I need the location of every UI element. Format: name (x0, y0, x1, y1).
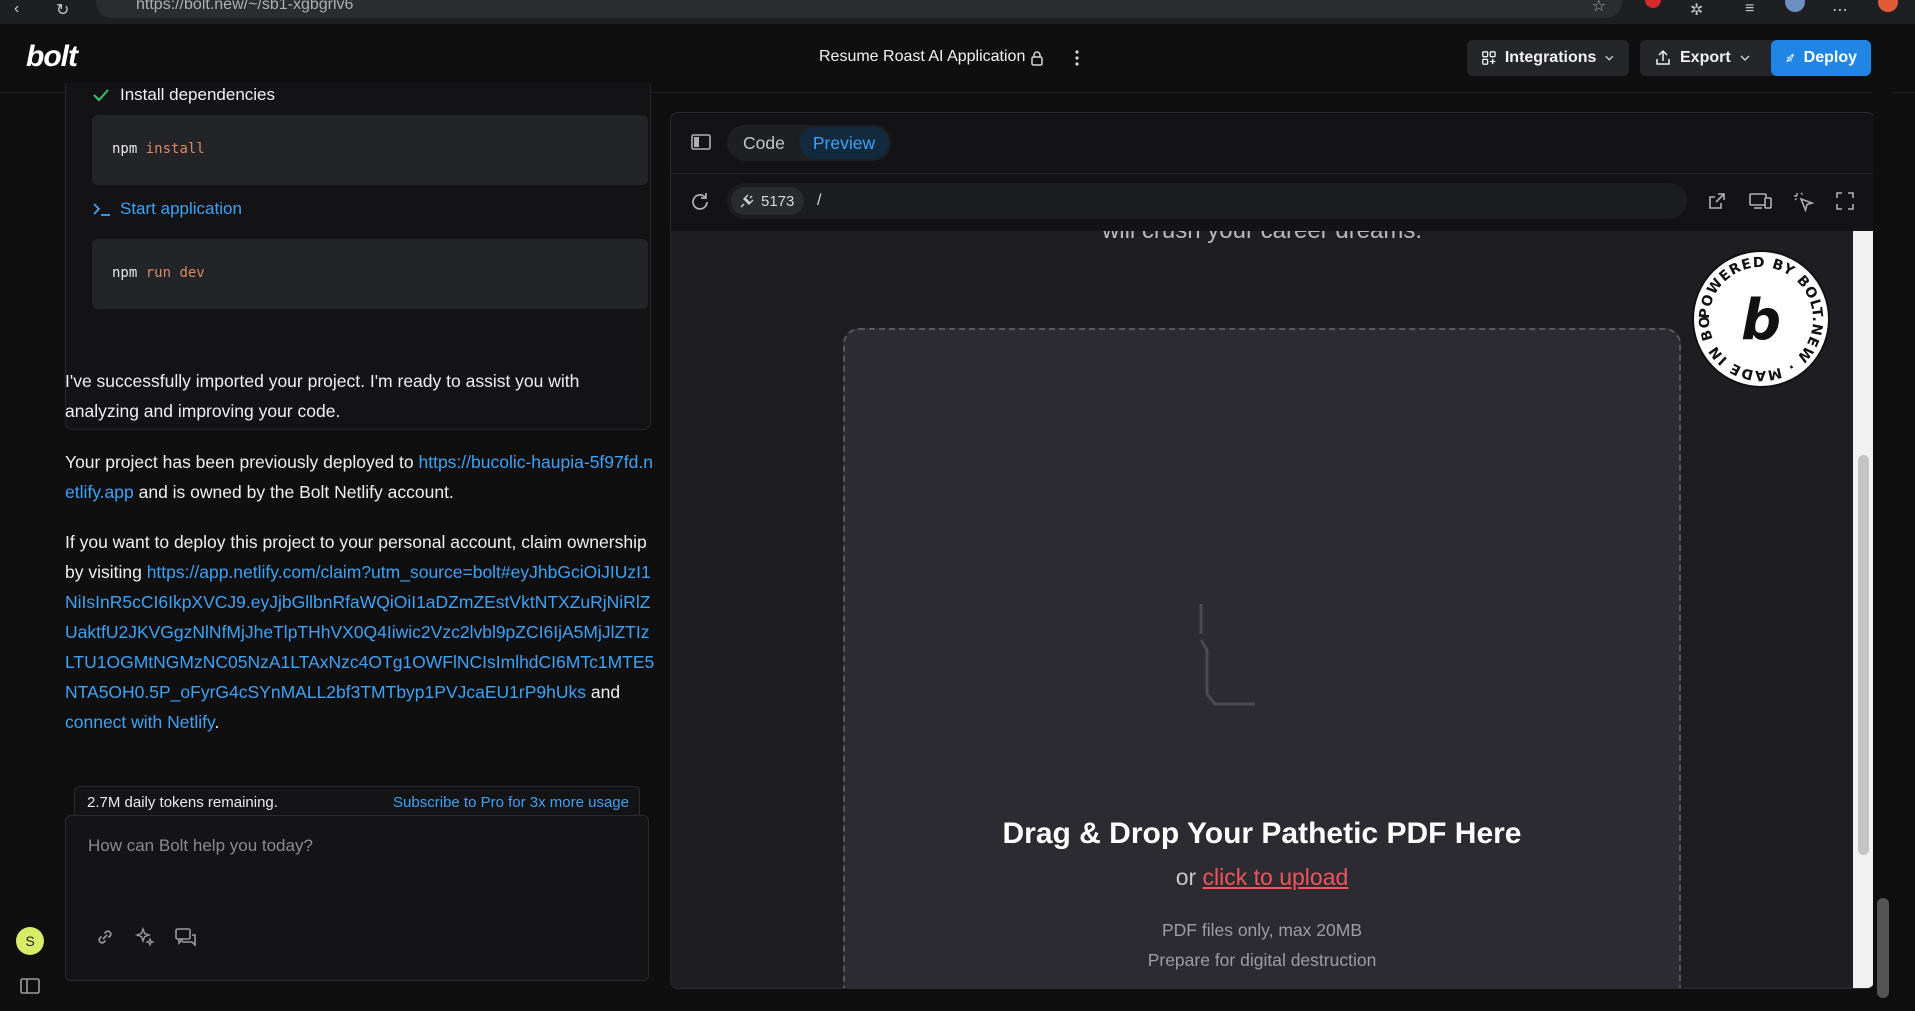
integrations-label: Integrations (1504, 49, 1597, 66)
menu-icon[interactable]: ⋯ (1832, 0, 1848, 20)
bolt-logo[interactable]: bolt (26, 40, 78, 74)
dropzone-title: Drag & Drop Your Pathetic PDF Here (1002, 817, 1522, 850)
sparkle-icon[interactable] (134, 926, 156, 948)
tokens-remaining: 2.7M daily tokens remaining. (87, 794, 278, 811)
browser-bar: ‹ ↻ https://bolt.new/~/sb1-xgbgrlv6 ☆ ✲ … (0, 0, 1915, 24)
message-paragraph: Your project has been previously deploye… (65, 447, 655, 507)
attach-link-icon[interactable] (94, 926, 116, 948)
preview-path: / (817, 192, 822, 209)
open-external-icon[interactable] (1707, 191, 1727, 211)
page-scrollbar[interactable] (1873, 92, 1893, 1011)
code-block: npm run dev (92, 239, 648, 309)
puzzle-icon[interactable]: ✲ (1690, 0, 1703, 20)
file-limit-note: PDF files only, max 20MB (1161, 920, 1362, 940)
preview-address-row: 5173 / (671, 173, 1874, 231)
token-usage-bar: 2.7M daily tokens remaining. Subscribe t… (74, 786, 640, 816)
dropzone-subtitle: or click to upload (845, 864, 1679, 891)
subscribe-link[interactable]: Subscribe to Pro for 3x more usage (393, 794, 629, 811)
rocket-icon (1786, 53, 1794, 63)
command-args: install (145, 141, 205, 157)
export-label: Export (1680, 49, 1731, 66)
integrations-icon (1482, 51, 1496, 65)
hero-subtitle: will crush your career dreams. (671, 231, 1853, 245)
star-icon[interactable]: ☆ (1592, 0, 1606, 16)
reload-browser-icon[interactable]: ↻ (56, 0, 69, 20)
preview-url-bar[interactable]: 5173 / (727, 183, 1687, 219)
check-icon (93, 89, 109, 102)
tab-preview[interactable]: Preview (798, 127, 890, 159)
chevron-down-icon (1740, 55, 1750, 62)
sidebar-toggle-icon[interactable] (20, 977, 40, 995)
device-preview-icon[interactable] (1749, 191, 1773, 211)
upload-icon (1656, 49, 1670, 65)
bolt-badge[interactable]: POWERED BY BOLT.NEW · MADE IN BOLT.NEW ·… (1691, 249, 1831, 389)
browser-address-bar[interactable]: https://bolt.new/~/sb1-xgbgrlv6 ☆ (96, 0, 1622, 18)
avatar[interactable]: S (16, 927, 44, 955)
message-paragraph: If you want to deploy this project to yo… (65, 527, 655, 737)
reload-icon[interactable] (689, 191, 711, 213)
code-block: npm install (92, 115, 648, 185)
preview-frame: will crush your career dreams. Drag & Dr… (671, 231, 1853, 988)
step-label: Install dependencies (120, 85, 276, 104)
file-icon (1199, 604, 1255, 706)
connect-netlify-link[interactable]: connect with Netlify (65, 712, 214, 732)
workbench: Code Preview 5173 / Drag & Drop Your Pat… (670, 112, 1875, 989)
command: npm (112, 141, 138, 157)
svg-text:b: b (1741, 288, 1781, 353)
export-button[interactable]: Export (1640, 40, 1781, 76)
message-text: Your project has been previously deploye… (65, 452, 419, 472)
deploy-label: Deploy (1803, 49, 1857, 66)
workbench-toolbar: Code Preview (671, 113, 1874, 174)
profile-icon[interactable] (1785, 0, 1805, 12)
chevron-down-icon (1605, 55, 1614, 61)
reading-list-icon[interactable]: ≡ (1745, 0, 1754, 18)
lock-icon (1031, 51, 1043, 66)
browser-url: https://bolt.new/~/sb1-xgbgrlv6 (136, 0, 354, 13)
port-selector[interactable]: 5173 (731, 187, 805, 215)
view-tabs: Code Preview (727, 125, 892, 161)
discuss-icon[interactable] (174, 926, 198, 948)
claim-link[interactable]: https://app.netlify.com/claim?utm_source… (65, 562, 654, 702)
page-scroll-thumb[interactable] (1877, 898, 1889, 998)
plug-icon (740, 194, 754, 208)
prompt-input[interactable] (86, 834, 630, 908)
back-icon[interactable]: ‹ (14, 0, 19, 18)
click-to-upload-link[interactable]: click to upload (1203, 864, 1349, 890)
integrations-button[interactable]: Integrations (1467, 40, 1629, 76)
command: npm (112, 265, 138, 281)
step-label[interactable]: Start application (120, 199, 242, 219)
destruction-note: Prepare for digital destruction (1147, 950, 1377, 970)
preview-scroll-thumb[interactable] (1858, 455, 1869, 855)
fullscreen-icon[interactable] (1835, 191, 1855, 211)
message-text: and (586, 682, 621, 702)
prompt-box (65, 815, 649, 981)
copilot-icon[interactable] (1878, 0, 1898, 12)
element-inspector-icon[interactable] (1793, 191, 1815, 213)
message-text: . (214, 712, 220, 732)
tab-code[interactable]: Code (729, 127, 799, 159)
deploy-button[interactable]: Deploy (1771, 40, 1871, 76)
preview-scrollbar[interactable] (1853, 231, 1874, 988)
panel-toggle-icon[interactable] (691, 133, 711, 151)
message-text: and is owned by the Bolt Netlify account… (133, 482, 454, 502)
command-args: run dev (145, 265, 205, 281)
dropzone-or: or (1175, 864, 1203, 890)
terminal-icon (93, 203, 110, 216)
project-title[interactable]: Resume Roast AI Application (819, 48, 1025, 66)
extension-icon[interactable] (1645, 0, 1661, 8)
chat-panel: Install dependencies npm install Start a… (0, 83, 670, 1011)
message-paragraph: I've successfully imported your project.… (65, 371, 580, 421)
port-number: 5173 (761, 192, 795, 210)
more-options-icon[interactable] (1070, 48, 1084, 68)
pdf-dropzone[interactable]: Drag & Drop Your Pathetic PDF Here or cl… (843, 328, 1681, 988)
